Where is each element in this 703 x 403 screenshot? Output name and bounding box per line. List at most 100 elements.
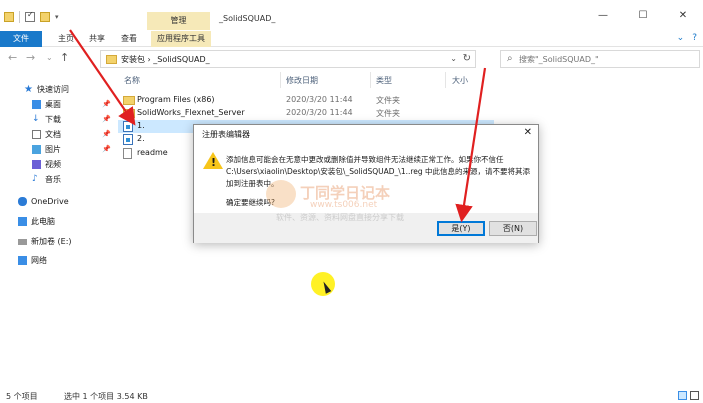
cloud-icon [18,197,27,206]
registry-file-icon [123,121,133,132]
maximize-button[interactable]: ☐ [623,10,663,21]
forward-arrow-icon[interactable]: → [26,51,35,64]
sidebar-item-onedrive[interactable]: OneDrive [18,195,69,208]
sidebar-item-documents[interactable]: 文档 [32,128,61,141]
folder-icon [106,55,117,64]
sidebar-item-label: 网络 [31,256,47,265]
sidebar-item-label: OneDrive [31,197,69,206]
navigation-bar: ← → ⌄ ↑ 安装包 › _SolidSQUAD_ ⌄ ↻ ⌕ [0,47,703,71]
chevron-down-icon[interactable]: ⌄ [677,33,685,43]
sidebar-item-this-pc[interactable]: 此电脑 [18,215,55,228]
search-input[interactable] [519,53,694,66]
column-header-type[interactable]: 类型 [376,75,392,87]
network-icon [18,256,27,265]
search-icon: ⌕ [507,53,513,64]
title-bar: ▾ 管理 _SolidSQUAD_ — ☐ ✕ [0,0,703,31]
tab-view[interactable]: 查看 [121,31,137,47]
refresh-icon[interactable]: ↻ [463,53,471,64]
status-bar: 5 个项目 选中 1 个项目 3.54 KB [0,390,703,403]
column-header-name[interactable]: 名称 [124,75,140,87]
selection-info: 选中 1 个项目 3.54 KB [64,392,148,401]
column-divider[interactable] [445,72,446,88]
navigation-pane: ★ 快速访问 桌面 📌 ↓ 下载 📌 文档 📌 图片 📌 视频 ♪ 音乐 One… [0,77,114,387]
watermark: 丁同学日记本 www.ts006.net 软件、资源、资料网盘直接分享下载 [266,180,446,224]
folder-icon [4,12,14,22]
file-name: readme [137,148,168,157]
up-arrow-icon[interactable]: ↑ [60,51,69,64]
desktop-icon [32,100,41,109]
sidebar-item-label: 桌面 [45,100,61,109]
recent-locations-icon[interactable]: ⌄ [46,53,53,62]
minimize-button[interactable]: — [583,10,623,21]
sidebar-item-label: 图片 [45,145,61,154]
tab-home[interactable]: 主页 [58,31,74,47]
drive-icon [18,238,27,245]
help-icon[interactable]: ? [692,33,697,43]
pin-icon[interactable]: 📌 [102,145,111,153]
folder-icon [123,96,135,105]
window-title: _SolidSQUAD_ [219,14,276,23]
message-line: 添加信息可能会在无意中更改或删除值并导致组件无法继续正常工作。如果你不信任 [226,155,504,164]
sidebar-item-drive-e[interactable]: 新加卷 (E:) [18,235,72,248]
message-line: C:\Users\xiaolin\Desktop\安装包\_SolidSQUAD… [226,167,531,176]
sidebar-item-label: 下载 [45,115,61,124]
sidebar-item-music[interactable]: ♪ 音乐 [32,173,61,186]
pin-icon[interactable]: 📌 [102,115,111,123]
quick-access-toolbar: ▾ [4,10,59,23]
context-tab-manage[interactable]: 管理 [147,12,210,30]
breadcrumb[interactable]: 安装包 › _SolidSQUAD_ [121,54,210,65]
sidebar-item-downloads[interactable]: ↓ 下载 [32,113,61,126]
search-box[interactable]: ⌕ [500,50,700,68]
sidebar-item-quick-access[interactable]: ★ 快速访问 [18,83,114,96]
large-icons-view-icon[interactable] [690,391,699,400]
tab-application-tools[interactable]: 应用程序工具 [151,31,211,47]
item-count: 5 个项目 [6,392,38,401]
file-type: 文件夹 [376,109,400,118]
sidebar-item-label: 文档 [45,130,61,139]
sidebar-item-pictures[interactable]: 图片 [32,143,61,156]
column-header-date[interactable]: 修改日期 [286,75,318,87]
properties-icon[interactable] [25,10,35,22]
close-window-button[interactable]: ✕ [663,10,703,21]
registry-file-icon [123,134,133,145]
address-bar[interactable]: 安装包 › _SolidSQUAD_ ⌄ ↻ [100,50,476,68]
new-folder-icon[interactable] [40,12,50,22]
dialog-close-button[interactable]: ✕ [524,127,532,138]
back-arrow-icon[interactable]: ← [8,51,17,64]
column-header-size[interactable]: 大小 [452,75,468,87]
file-row[interactable]: Program Files (x86) 2020/3/20 11:44 文件夹 [118,94,494,107]
sidebar-item-videos[interactable]: 视频 [32,158,61,171]
view-switcher [678,391,699,400]
details-view-icon[interactable] [678,391,687,400]
file-type: 文件夹 [376,96,400,105]
customize-dropdown-icon[interactable]: ▾ [55,13,59,21]
column-divider[interactable] [280,72,281,88]
watermark-tagline: 软件、资源、资料网盘直接分享下载 [276,213,404,222]
sidebar-item-desktop[interactable]: 桌面 [32,98,61,111]
file-row[interactable]: SolidWorks_Flexnet_Server 2020/3/20 11:4… [118,107,494,120]
text-file-icon [123,148,132,159]
sidebar-item-label: 新加卷 (E:) [31,237,72,246]
sidebar-item-label: 视频 [45,160,61,169]
pin-icon[interactable]: 📌 [102,130,111,138]
file-date: 2020/3/20 11:44 [286,108,353,117]
folder-icon [123,109,135,118]
toolbar-divider [19,11,20,23]
pin-icon[interactable]: 📌 [102,100,111,108]
no-button[interactable]: 否(N) [489,221,537,236]
watermark-url: www.ts006.net [310,200,378,210]
sidebar-item-label: 此电脑 [31,217,55,226]
sidebar-item-label: 快速访问 [36,85,69,94]
warning-icon [203,152,223,169]
sidebar-item-network[interactable]: 网络 [18,254,47,267]
computer-icon [18,217,27,226]
file-name: 1. [137,121,145,130]
cat-logo-icon [266,180,296,208]
address-dropdown-icon[interactable]: ⌄ [450,54,457,63]
tab-share[interactable]: 共享 [89,31,105,47]
ribbon-tabs: 文件 主页 共享 查看 应用程序工具 ⌄ ? [0,31,703,47]
picture-icon [32,145,41,154]
file-name: Program Files (x86) [137,95,215,104]
column-divider[interactable] [370,72,371,88]
tab-file[interactable]: 文件 [0,31,42,47]
